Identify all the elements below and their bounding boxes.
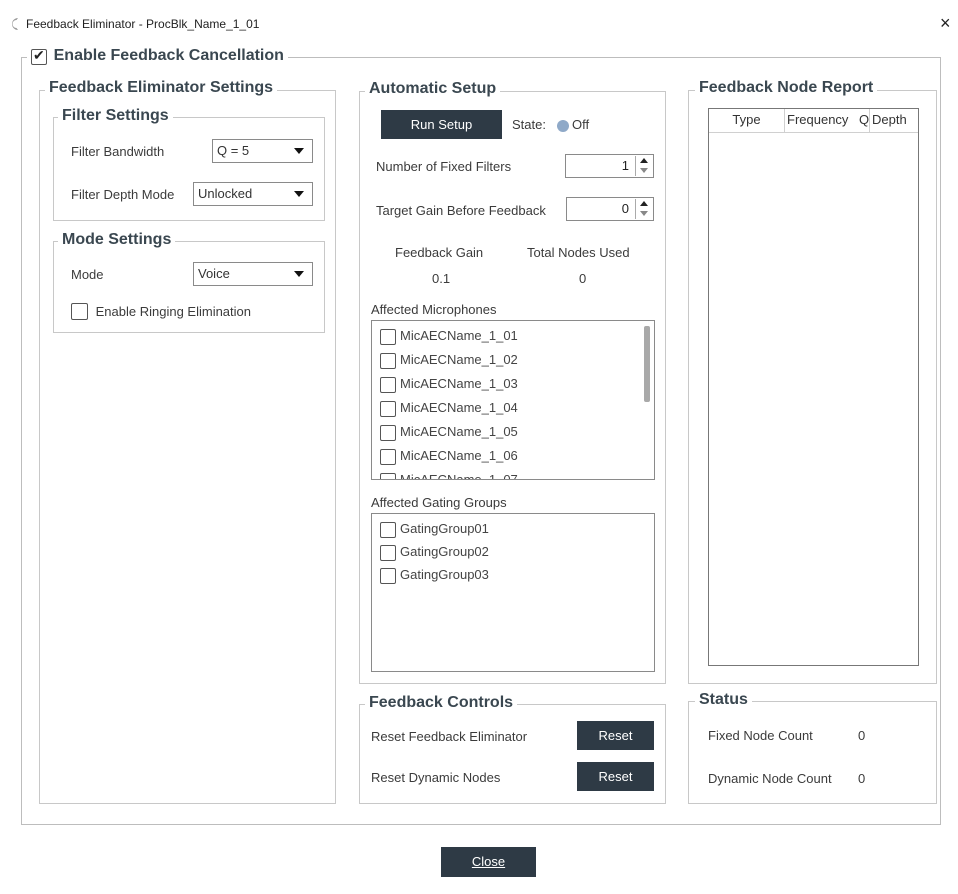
state-indicator-icon xyxy=(557,119,569,132)
filter-bandwidth-select[interactable]: Q = 5 xyxy=(212,139,313,163)
list-item[interactable]: MicAECName_1_02 xyxy=(380,352,518,369)
arrow-up-icon[interactable] xyxy=(640,201,648,206)
group-checkbox[interactable] xyxy=(380,521,396,538)
total-nodes-label: Total Nodes Used xyxy=(527,245,630,260)
node-report-table[interactable]: Type Frequency Q Depth xyxy=(708,108,919,666)
mic-list-scrollbar[interactable] xyxy=(641,322,653,478)
chevron-down-icon xyxy=(294,148,304,154)
automatic-setup-title: Automatic Setup xyxy=(365,80,501,98)
fe-settings-title: Feedback Eliminator Settings xyxy=(45,79,278,97)
column-divider xyxy=(869,109,870,133)
list-item[interactable]: GatingGroup01 xyxy=(380,521,489,538)
reset-dynamic-label: Reset Dynamic Nodes xyxy=(371,770,501,785)
affected-groups-label: Affected Gating Groups xyxy=(371,495,507,510)
mic-checkbox[interactable] xyxy=(380,376,396,393)
run-setup-button[interactable]: Run Setup xyxy=(381,110,502,139)
column-header-type[interactable]: Type xyxy=(709,112,784,127)
list-item[interactable]: MicAECName_1_05 xyxy=(380,424,518,441)
fixed-node-count-label: Fixed Node Count xyxy=(708,728,813,743)
window-title: Feedback Eliminator - ProcBlk_Name_1_01 xyxy=(26,17,260,31)
mic-checkbox[interactable] xyxy=(380,424,396,441)
list-item[interactable]: MicAECName_1_06 xyxy=(380,448,518,465)
fixed-node-count-value: 0 xyxy=(858,728,866,743)
app-logo-icon xyxy=(8,17,22,31)
list-item[interactable]: MicAECName_1_03 xyxy=(380,376,518,393)
dynamic-node-count-label: Dynamic Node Count xyxy=(708,771,832,786)
mode-settings-title: Mode Settings xyxy=(58,231,176,249)
column-header-q[interactable]: Q xyxy=(859,112,869,127)
filter-depth-mode-select[interactable]: Unlocked xyxy=(193,182,313,206)
stepper-arrows[interactable] xyxy=(635,199,652,219)
mode-label: Mode xyxy=(71,267,104,282)
reset-fe-label: Reset Feedback Eliminator xyxy=(371,729,528,744)
mic-checkbox[interactable] xyxy=(380,400,396,417)
filter-depth-mode-label: Filter Depth Mode xyxy=(71,187,175,202)
feedback-controls-title: Feedback Controls xyxy=(365,694,518,712)
status-title: Status xyxy=(695,691,752,709)
list-item[interactable]: GatingGroup02 xyxy=(380,544,489,561)
mic-checkbox[interactable] xyxy=(380,352,396,369)
window-close-icon[interactable]: × xyxy=(940,14,951,32)
list-item[interactable]: MicAECName_1_01 xyxy=(380,328,518,345)
stepper-arrows[interactable] xyxy=(635,156,652,176)
chevron-down-icon xyxy=(294,191,304,197)
chevron-down-icon xyxy=(294,271,304,277)
list-item[interactable]: MicAECName_1_04 xyxy=(380,400,518,417)
feedback-gain-label: Feedback Gain xyxy=(395,245,484,260)
node-report-header: Type Frequency Q Depth xyxy=(709,109,918,133)
affected-mics-label: Affected Microphones xyxy=(371,302,497,317)
state-value: Off xyxy=(572,117,590,132)
dynamic-node-count-value: 0 xyxy=(858,771,866,786)
mode-value: Voice xyxy=(198,266,230,281)
mic-checkbox[interactable] xyxy=(380,472,396,479)
group-checkbox[interactable] xyxy=(380,567,396,584)
group-checkbox[interactable] xyxy=(380,544,396,561)
target-gain-stepper[interactable]: 0 xyxy=(566,197,654,221)
title-bar: Feedback Eliminator - ProcBlk_Name_1_01 … xyxy=(0,0,958,44)
arrow-down-icon[interactable] xyxy=(640,168,648,173)
state-indicator: Off xyxy=(557,117,589,132)
mode-select[interactable]: Voice xyxy=(193,262,313,286)
filter-depth-mode-value: Unlocked xyxy=(198,186,253,201)
arrow-up-icon[interactable] xyxy=(640,158,648,163)
feedback-gain-value: 0.1 xyxy=(432,271,451,286)
target-gain-value: 0 xyxy=(621,201,629,216)
affected-groups-list[interactable]: GatingGroup01 GatingGroup02 GatingGroup0… xyxy=(371,513,655,672)
affected-mics-list[interactable]: MicAECName_1_01 MicAECName_1_02 MicAECNa… xyxy=(371,320,655,480)
mic-checkbox[interactable] xyxy=(380,448,396,465)
column-divider xyxy=(784,109,785,133)
node-report-title: Feedback Node Report xyxy=(695,79,878,97)
fixed-filters-stepper[interactable]: 1 xyxy=(565,154,654,178)
filter-bandwidth-label: Filter Bandwidth xyxy=(71,144,165,159)
enable-feedback-cancellation[interactable]: Enable Feedback Cancellation xyxy=(27,47,288,69)
list-item[interactable]: MicAECName_1_07 xyxy=(380,472,518,479)
list-item[interactable]: GatingGroup03 xyxy=(380,567,489,584)
close-button-label: Close xyxy=(471,854,506,869)
enable-ringing-elimination[interactable]: Enable Ringing Elimination xyxy=(71,303,251,321)
scroll-thumb[interactable] xyxy=(644,326,650,402)
state-label: State: xyxy=(512,117,546,132)
fixed-filters-value: 1 xyxy=(621,158,629,173)
filter-settings-title: Filter Settings xyxy=(58,107,173,125)
enable-ringing-checkbox[interactable] xyxy=(71,303,88,321)
target-gain-label: Target Gain Before Feedback xyxy=(376,203,546,218)
status-group xyxy=(688,701,937,804)
enable-feedback-label: Enable Feedback Cancellation xyxy=(53,47,284,64)
enable-feedback-checkbox[interactable] xyxy=(31,47,47,65)
column-header-depth[interactable]: Depth xyxy=(872,112,907,127)
reset-dynamic-button[interactable]: Reset xyxy=(577,762,654,791)
column-header-frequency[interactable]: Frequency xyxy=(787,112,848,127)
filter-bandwidth-value: Q = 5 xyxy=(217,143,250,158)
total-nodes-value: 0 xyxy=(579,271,587,286)
reset-fe-button[interactable]: Reset xyxy=(577,721,654,750)
mic-checkbox[interactable] xyxy=(380,328,396,345)
arrow-down-icon[interactable] xyxy=(640,211,648,216)
fixed-filters-label: Number of Fixed Filters xyxy=(376,159,512,174)
enable-ringing-label: Enable Ringing Elimination xyxy=(95,304,251,320)
close-button[interactable]: Close xyxy=(441,847,536,877)
